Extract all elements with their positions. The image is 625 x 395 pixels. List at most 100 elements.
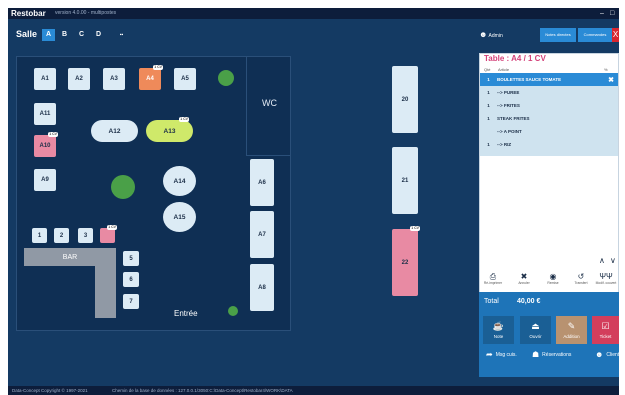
ouvrir-button[interactable]: ⏏ Ouvrir bbox=[520, 316, 551, 344]
table-a14[interactable]: A14 bbox=[163, 166, 196, 196]
table-a11[interactable]: A11 bbox=[34, 103, 56, 125]
table-a5[interactable]: A5 bbox=[174, 68, 196, 90]
title-bar: Restobar version 4.0.00 - multipostes – … bbox=[8, 8, 619, 19]
table-label: 22 bbox=[401, 259, 409, 266]
scroll-down-icon[interactable]: ∨ bbox=[610, 256, 616, 265]
commandes-button[interactable]: Commandes bbox=[578, 28, 612, 42]
plant-decoration bbox=[228, 306, 238, 316]
reprint-button[interactable]: ⎙ Ré-imprimer bbox=[479, 272, 507, 286]
line-article: --> A POINT bbox=[497, 129, 522, 134]
tool-label: Transfert bbox=[574, 281, 588, 285]
covers-badge: 1 CV bbox=[179, 117, 189, 122]
table-2[interactable]: 2 bbox=[54, 228, 69, 243]
line-qty: 1 bbox=[487, 142, 490, 147]
user-info[interactable]: ☻ Admin bbox=[479, 30, 503, 39]
table-label: A13 bbox=[163, 127, 176, 135]
ticket-icon: ☑ bbox=[601, 321, 610, 331]
line-qty: 1 bbox=[487, 90, 490, 95]
order-line[interactable]: 1 STEAK FRITES bbox=[480, 112, 618, 125]
tab-salle-d[interactable]: D bbox=[92, 29, 105, 41]
annuler-button[interactable]: ✖ Annuler bbox=[510, 272, 538, 286]
cancel-icon: ✖ bbox=[520, 272, 528, 281]
table-a4[interactable]: A4 1 CV bbox=[139, 65, 163, 90]
covers-badge: 1 CV bbox=[153, 65, 163, 70]
salle-label: Salle bbox=[16, 29, 38, 39]
cutlery-icon: ΨΨ bbox=[599, 272, 613, 281]
table-a3[interactable]: A3 bbox=[103, 68, 125, 90]
wc-label: WC bbox=[262, 98, 277, 108]
table-7[interactable]: 7 bbox=[123, 294, 139, 309]
entree-label: Entrée bbox=[174, 309, 198, 318]
tool-label: Remise bbox=[547, 281, 559, 285]
tab-salle-c[interactable]: C bbox=[75, 29, 88, 41]
action-label: Ouvrir bbox=[529, 334, 542, 339]
user-name: Admin bbox=[488, 33, 503, 39]
table-a12[interactable]: A12 bbox=[91, 120, 138, 142]
table-1[interactable]: 1 bbox=[32, 228, 47, 243]
col-qty: Qté bbox=[484, 67, 491, 72]
order-line[interactable]: --> A POINT bbox=[480, 125, 618, 138]
notes-directes-button[interactable]: Notes directes bbox=[540, 28, 576, 42]
order-line[interactable]: 1 BOULETTES SAUCE TOMATE ✖ bbox=[480, 73, 618, 86]
reservations-button[interactable]: ☗ Réservations bbox=[532, 350, 571, 359]
tool-label: Ré-imprimer bbox=[483, 281, 503, 285]
message-icon: ➦ bbox=[486, 350, 493, 359]
tool-label: Annuler bbox=[518, 281, 530, 285]
addition-button[interactable]: ✎ Addition bbox=[556, 316, 587, 344]
order-line[interactable]: 1 --> RIZ bbox=[480, 138, 618, 151]
maximize-button[interactable]: □ bbox=[610, 8, 614, 19]
table-6[interactable]: 6 bbox=[123, 272, 139, 287]
table-label: A4 bbox=[146, 76, 154, 82]
link-label: Msg cuis. bbox=[495, 351, 517, 358]
order-line[interactable]: 1 --> FRITES bbox=[480, 99, 618, 112]
table-21[interactable]: 21 bbox=[392, 147, 418, 214]
table-20[interactable]: 20 bbox=[392, 66, 418, 133]
bar-counter: BAR bbox=[24, 248, 116, 266]
table-a8[interactable]: A8 bbox=[250, 264, 274, 311]
plant-decoration bbox=[218, 70, 234, 86]
table-22[interactable]: 22 1 CV bbox=[392, 226, 420, 296]
col-article: Article bbox=[498, 67, 510, 72]
table-a1[interactable]: A1 bbox=[34, 68, 56, 90]
ticket-button[interactable]: ☑ Ticket bbox=[592, 316, 619, 344]
tab-salle-a[interactable]: A bbox=[42, 29, 55, 41]
scroll-up-icon[interactable]: ∧ bbox=[599, 256, 605, 265]
close-button[interactable]: X bbox=[612, 28, 619, 42]
line-qty: 1 bbox=[487, 77, 490, 82]
table-a2[interactable]: A2 bbox=[68, 68, 90, 90]
covers-badge: 1 CV bbox=[107, 225, 117, 230]
transfert-button[interactable]: ↺ Transfert bbox=[567, 272, 595, 286]
line-article: STEAK FRITES bbox=[497, 116, 530, 121]
table-4[interactable]: 1 CV bbox=[100, 225, 117, 243]
table-a9[interactable]: A9 bbox=[34, 169, 56, 191]
table-5[interactable]: 5 bbox=[123, 251, 139, 266]
reservation-icon: ☗ bbox=[532, 350, 540, 359]
total-value: 40,00 € bbox=[517, 298, 541, 305]
tab-salle-b[interactable]: B bbox=[58, 29, 71, 41]
note-icon: ☕ bbox=[492, 321, 505, 331]
client-button[interactable]: ☻ Client bbox=[595, 350, 619, 359]
table-a6[interactable]: A6 bbox=[250, 159, 274, 206]
bar-counter-side bbox=[95, 266, 116, 318]
line-article: --> PUREE bbox=[497, 90, 520, 95]
line-qty: 1 bbox=[487, 116, 490, 121]
status-bar: Data-Concept Copyright © 1997-2021 Chemi… bbox=[8, 386, 619, 395]
delete-line-icon[interactable]: ✖ bbox=[608, 76, 614, 84]
grid-view-icon[interactable]: ▪▪ bbox=[115, 29, 128, 41]
minimize-button[interactable]: – bbox=[600, 8, 604, 19]
table-a13[interactable]: A13 1 CV bbox=[146, 117, 193, 142]
link-label: Client bbox=[606, 351, 620, 358]
tool-label: Modif. couvert bbox=[595, 281, 617, 285]
modif-couvert-button[interactable]: ΨΨ Modif. couvert bbox=[593, 272, 619, 286]
remise-button[interactable]: ◉ Remise bbox=[539, 272, 567, 286]
table-a15[interactable]: A15 bbox=[163, 202, 196, 232]
line-qty: 1 bbox=[487, 103, 490, 108]
order-list[interactable]: 1 BOULETTES SAUCE TOMATE ✖ 1 --> PUREE 1… bbox=[480, 73, 618, 156]
note-button[interactable]: ☕ Note bbox=[483, 316, 514, 344]
table-a10[interactable]: A10 1 CV bbox=[34, 132, 58, 157]
msg-cuisine-button[interactable]: ➦ Msg cuis. bbox=[486, 350, 517, 359]
action-label: Ticket bbox=[599, 334, 612, 339]
table-3[interactable]: 3 bbox=[78, 228, 93, 243]
table-a7[interactable]: A7 bbox=[250, 211, 274, 258]
order-line[interactable]: 1 --> PUREE bbox=[480, 86, 618, 99]
